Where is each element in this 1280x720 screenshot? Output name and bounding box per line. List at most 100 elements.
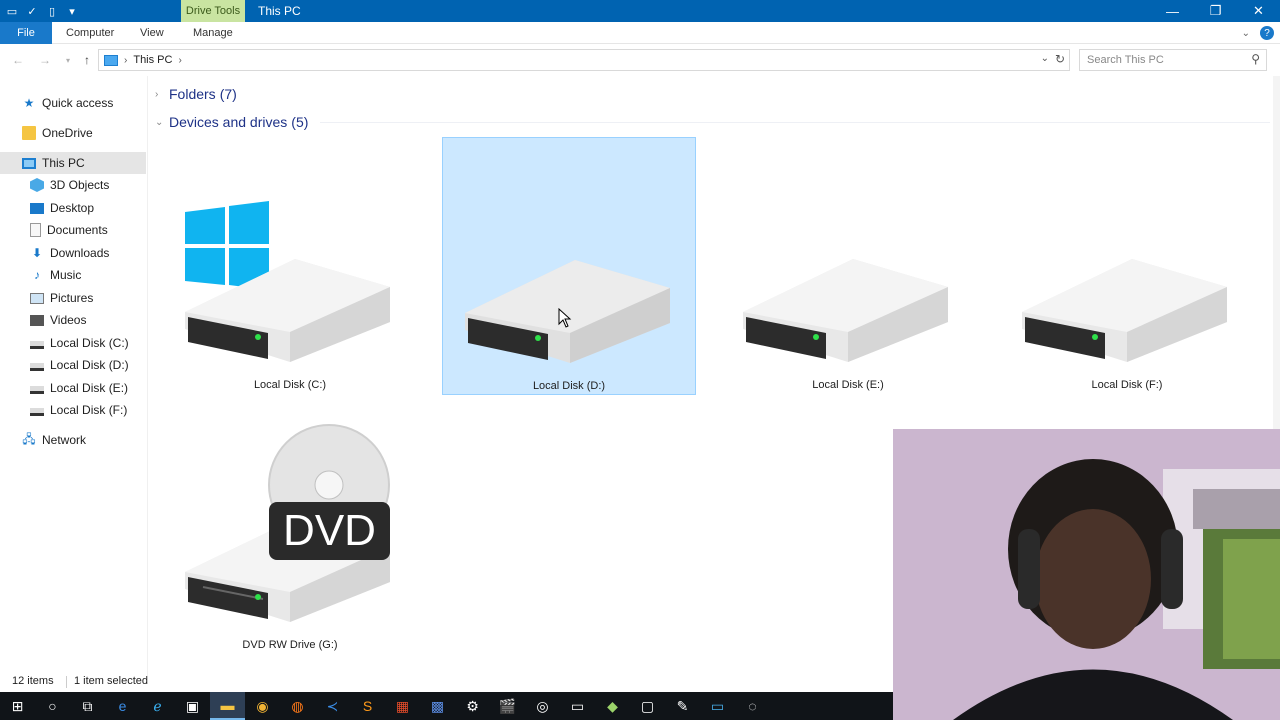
ribbon-tabs: File Computer View Manage ⌄ ? [0,22,1280,44]
paint-icon[interactable]: ✎ [665,692,700,720]
store-icon[interactable]: ▣ [175,692,210,720]
task-view-icon[interactable]: ⧉ [70,692,105,720]
cortana-icon[interactable]: ○ [35,692,70,720]
tab-view[interactable]: View [140,22,164,44]
minimize-icon[interactable]: — [1151,0,1194,22]
cmd-icon[interactable]: ▭ [560,692,595,720]
up-icon[interactable]: ↑ [79,52,95,68]
group-count: (7) [219,86,237,102]
help-icon[interactable]: ? [1260,26,1274,40]
drive-tile-g[interactable]: DVD DVD RW Drive (G:) [163,397,417,655]
address-dropdown-icon[interactable]: ⌄ [1041,53,1049,64]
firefox-icon[interactable]: ◍ [280,692,315,720]
remote-icon[interactable]: ▢ [630,692,665,720]
status-divider [66,676,67,688]
3d-objects-icon [30,178,44,192]
sidebar-item-local-disk-c[interactable]: Local Disk (C:) [30,332,129,354]
system-drive-icon [185,201,390,362]
clapper-icon[interactable]: 🎬 [490,692,525,720]
app-icon[interactable]: ▭ [4,3,20,19]
videos-icon [30,314,44,326]
office-icon[interactable]: ▦ [385,692,420,720]
sidebar-item-onedrive[interactable]: OneDrive [22,122,146,144]
group-header-folders[interactable]: › Folders (7) [155,84,237,104]
sidebar-item-documents[interactable]: Documents [30,219,108,241]
sidebar-item-local-disk-f[interactable]: Local Disk (F:) [30,399,127,421]
breadcrumb-this-pc[interactable]: This PC [133,54,172,66]
group-header-devices[interactable]: ⌄ Devices and drives (5) [155,112,308,132]
drive-tile-c[interactable]: Local Disk (C:) [163,137,417,395]
quick-access-toolbar: ▭ ✓ ▯ ▾ [0,0,80,22]
navigation-bar: ← → ▾ ↑ › This PC › ⌄ ↻ ⚲ [0,44,1280,76]
refresh-icon[interactable]: ↻ [1055,52,1065,66]
sidebar-item-downloads[interactable]: ⬇ Downloads [30,242,109,264]
window-title: This PC [258,4,301,18]
edge-icon[interactable]: e [105,692,140,720]
sidebar-item-network[interactable]: 🖧 Network [22,429,86,451]
sidebar-item-label: Network [42,433,87,447]
forward-icon[interactable]: → [37,52,53,68]
sidebar-item-3d-objects[interactable]: 3D Objects [30,174,109,196]
media-icon[interactable]: ◎ [525,692,560,720]
file-explorer-icon[interactable]: ▬ [210,692,245,720]
back-icon[interactable]: ← [10,52,26,68]
recent-locations-icon[interactable]: ▾ [60,52,76,68]
music-icon: ♪ [34,268,40,282]
search-box[interactable]: ⚲ [1079,49,1267,71]
sidebar-item-label: Quick access [42,96,114,110]
sidebar-item-pictures[interactable]: Pictures [30,287,93,309]
customize-qat-icon[interactable]: ▾ [64,3,80,19]
disk-icon [30,408,44,416]
sidebar-item-desktop[interactable]: Desktop [30,197,94,219]
drive-tile-e[interactable]: Local Disk (E:) [721,137,975,395]
item-count: 12 items [12,675,54,687]
display-icon[interactable]: ▭ [700,692,735,720]
pane-divider[interactable] [147,76,148,676]
group-divider [320,122,1270,123]
sidebar-item-label: Local Disk (C:) [50,336,129,350]
git-icon[interactable]: ◆ [595,692,630,720]
sidebar-item-quick-access[interactable]: ★ Quick access [22,92,146,114]
expand-ribbon-icon[interactable]: ⌄ [1242,28,1250,39]
sidebar-item-label: 3D Objects [50,178,110,192]
sidebar-item-local-disk-e[interactable]: Local Disk (E:) [30,377,128,399]
sublime-icon[interactable]: S [350,692,385,720]
address-bar[interactable]: › This PC › ⌄ ↻ [98,49,1070,71]
chevron-right-icon[interactable]: › [155,89,169,100]
group-name: Folders [169,86,216,102]
chevron-down-icon[interactable]: ⌄ [155,117,169,128]
new-folder-icon[interactable]: ▯ [44,3,60,19]
group-name: Devices and drives [169,114,288,130]
sidebar-item-videos[interactable]: Videos [30,309,86,331]
ie-icon[interactable]: ℯ [140,692,175,720]
vscode-icon[interactable]: ≺ [315,692,350,720]
search-input[interactable] [1080,50,1240,70]
sidebar-item-label: Music [50,268,82,282]
settings-icon[interactable]: ⚙ [455,692,490,720]
search-icon[interactable]: ⚲ [1251,52,1260,66]
drive-tile-f[interactable]: Local Disk (F:) [1000,137,1254,395]
sidebar-item-this-pc[interactable]: This PC [0,152,146,174]
drive-label: Local Disk (F:) [1091,379,1163,391]
close-icon[interactable]: ✕ [1237,0,1280,22]
app-grid-icon[interactable]: ▩ [420,692,455,720]
mouse-cursor-icon [558,308,572,328]
sidebar-item-music[interactable]: ♪ Music [30,264,81,286]
tab-manage[interactable]: Manage [193,22,233,44]
title-bar: ▭ ✓ ▯ ▾ Drive Tools This PC — ❐ ✕ [0,0,1280,22]
start-icon[interactable]: ⊞ [0,692,35,720]
chrome-icon[interactable]: ◉ [245,692,280,720]
context-tab-drive-tools[interactable]: Drive Tools [181,0,245,22]
breadcrumb-separator-icon[interactable]: › [178,55,181,66]
tab-file[interactable]: File [0,22,52,44]
restore-icon[interactable]: ❐ [1194,0,1237,22]
onedrive-folder-icon [22,126,36,140]
navigation-pane: ★ Quick access OneDrive This PC 3D Objec… [0,86,146,676]
drive-tile-d[interactable]: Local Disk (D:) [442,137,696,395]
breadcrumb-separator-icon[interactable]: › [124,55,127,66]
properties-icon[interactable]: ✓ [24,3,40,19]
obs-icon[interactable]: ◌ [735,692,770,720]
tab-computer[interactable]: Computer [66,22,114,44]
sidebar-item-local-disk-d[interactable]: Local Disk (D:) [30,354,129,376]
disk-icon [30,363,44,371]
